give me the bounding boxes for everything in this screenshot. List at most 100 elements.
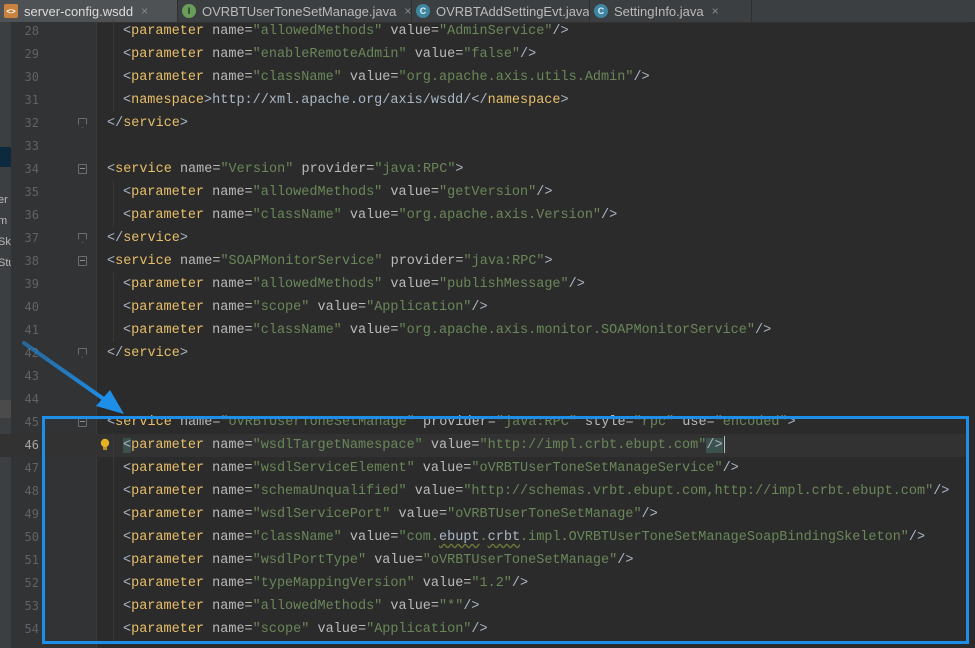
code-line[interactable]: 35 <parameter name="allowedMethods" value…: [0, 181, 975, 204]
code-line[interactable]: 45 <service name="oVRBTUserToneSetManage"…: [0, 411, 975, 434]
code-line[interactable]: 28 <parameter name="allowedMethods" value…: [0, 20, 975, 43]
code-token: "publishMessage": [439, 277, 569, 292]
code-line[interactable]: 43: [0, 365, 975, 388]
line-number: 47: [24, 461, 39, 475]
tab-2[interactable]: COVRBTAddSettingEvt.java×: [412, 0, 590, 22]
code-line[interactable]: 30 <parameter name="className" value="org…: [0, 66, 975, 89]
code-text: <parameter name="className" value="org.a…: [123, 204, 617, 227]
line-number: 30: [24, 70, 39, 84]
line-number: 50: [24, 530, 39, 544]
code-line[interactable]: 46 <parameter name="wsdlTargetNamespace" …: [0, 434, 975, 457]
code-line[interactable]: 52 <parameter name="typeMappingVersion" v…: [0, 572, 975, 595]
code-line[interactable]: 33: [0, 135, 975, 158]
code-line[interactable]: 36 <parameter name="className" value="org…: [0, 204, 975, 227]
code-line[interactable]: 38 <service name="SOAPMonitorService" pro…: [0, 250, 975, 273]
code-token: "className": [252, 323, 342, 338]
code-token: value=: [390, 24, 439, 39]
code-text: <parameter name="scope" value="Applicati…: [123, 618, 488, 641]
code-token: name=: [212, 185, 253, 200]
fold-expanded-icon[interactable]: [78, 164, 87, 174]
code-text: <parameter name="wsdlServicePort" value=…: [123, 503, 658, 526]
code-token: parameter: [131, 461, 205, 476]
close-icon[interactable]: ×: [141, 4, 148, 18]
code-line[interactable]: 40 <parameter name="scope" value="Applica…: [0, 296, 975, 319]
code-line[interactable]: 50 <parameter name="className" value="com…: [0, 526, 975, 549]
line-number: 36: [24, 208, 39, 222]
fold-expanded-icon[interactable]: [78, 256, 87, 266]
editor-scrollbar[interactable]: [969, 22, 975, 648]
code-token: name=: [212, 208, 253, 223]
code-token: name=: [212, 576, 253, 591]
code-token: name=: [212, 24, 253, 39]
close-icon[interactable]: ×: [404, 4, 411, 18]
indent-guide: [113, 20, 114, 112]
code-token: provider=: [423, 415, 496, 430]
code-line[interactable]: 32 </service>: [0, 112, 975, 135]
lightbulb-icon[interactable]: [99, 438, 111, 452]
code-line[interactable]: 42 </service>: [0, 342, 975, 365]
fold-end-icon[interactable]: [78, 118, 87, 128]
code-line[interactable]: 53 <parameter name="allowedMethods" value…: [0, 595, 975, 618]
code-line[interactable]: 37 </service>: [0, 227, 975, 250]
code-token: "rpc": [633, 415, 675, 430]
code-line[interactable]: 34 <service name="Version" provider="java…: [0, 158, 975, 181]
code-line[interactable]: 44: [0, 388, 975, 411]
code-token: <: [107, 254, 116, 269]
code-token: />: [471, 300, 488, 315]
code-line[interactable]: 29 <parameter name="enableRemoteAdmin" va…: [0, 43, 975, 66]
line-number: 32: [24, 116, 39, 130]
code-token: </: [107, 346, 124, 361]
code-token: .impl.OVRBTUserToneSetManageSoapBindingS…: [520, 530, 909, 545]
code-token: name=: [179, 254, 221, 269]
line-number: 45: [24, 415, 39, 429]
code-token: name=: [212, 47, 253, 62]
class-icon: C: [416, 4, 430, 18]
code-token: <: [123, 599, 132, 614]
fold-end-icon[interactable]: [78, 233, 87, 243]
fold-expanded-icon[interactable]: [78, 417, 87, 427]
code-token: >: [179, 346, 189, 361]
code-token: "*": [439, 599, 464, 614]
code-token: name=: [179, 162, 221, 177]
code-token: />: [568, 277, 585, 292]
line-number: 41: [24, 323, 39, 337]
code-token: name=: [212, 553, 253, 568]
fold-end-icon[interactable]: [78, 348, 87, 358]
line-number: 33: [24, 139, 39, 153]
line-number: 38: [24, 254, 39, 268]
tab-1[interactable]: I OVRBTUserToneSetManage.java ×: [178, 0, 412, 22]
code-line[interactable]: 54 <parameter name="scope" value="Applica…: [0, 618, 975, 641]
code-token: />: [754, 323, 772, 338]
tab-label: SettingInfo.java: [614, 3, 704, 19]
code-token: name=: [212, 277, 253, 292]
code-line[interactable]: 31 <namespace>http://xml.apache.org/axis/…: [0, 89, 975, 112]
code-line[interactable]: 49 <parameter name="wsdlServicePort" valu…: [0, 503, 975, 526]
code-line[interactable]: 47 <parameter name="wsdlServiceElement" v…: [0, 457, 975, 480]
code-token: service: [123, 116, 180, 131]
code-text: <parameter name="className" value="com.e…: [123, 526, 925, 549]
code-line[interactable]: 39 <parameter name="allowedMethods" value…: [0, 273, 975, 296]
code-token: name=: [212, 530, 253, 545]
code-token: <: [123, 576, 132, 591]
code-text: <namespace>http://xml.apache.org/axis/ws…: [123, 89, 569, 112]
code-token: <: [123, 622, 132, 637]
code-line[interactable]: 51 <parameter name="wsdlPortType" value="…: [0, 549, 975, 572]
code-token: <: [123, 70, 132, 85]
tab-0[interactable]: <> server-config.wsdd ×: [0, 0, 178, 22]
close-icon[interactable]: ×: [712, 4, 719, 18]
code-token: name=: [212, 300, 253, 315]
code-line[interactable]: 48 <parameter name="schemaUnqualified" va…: [0, 480, 975, 503]
tab-3[interactable]: C SettingInfo.java ×: [590, 0, 752, 22]
code-line[interactable]: 41 <parameter name="className" value="org…: [0, 319, 975, 342]
tab-label: server-config.wsdd: [24, 3, 134, 19]
